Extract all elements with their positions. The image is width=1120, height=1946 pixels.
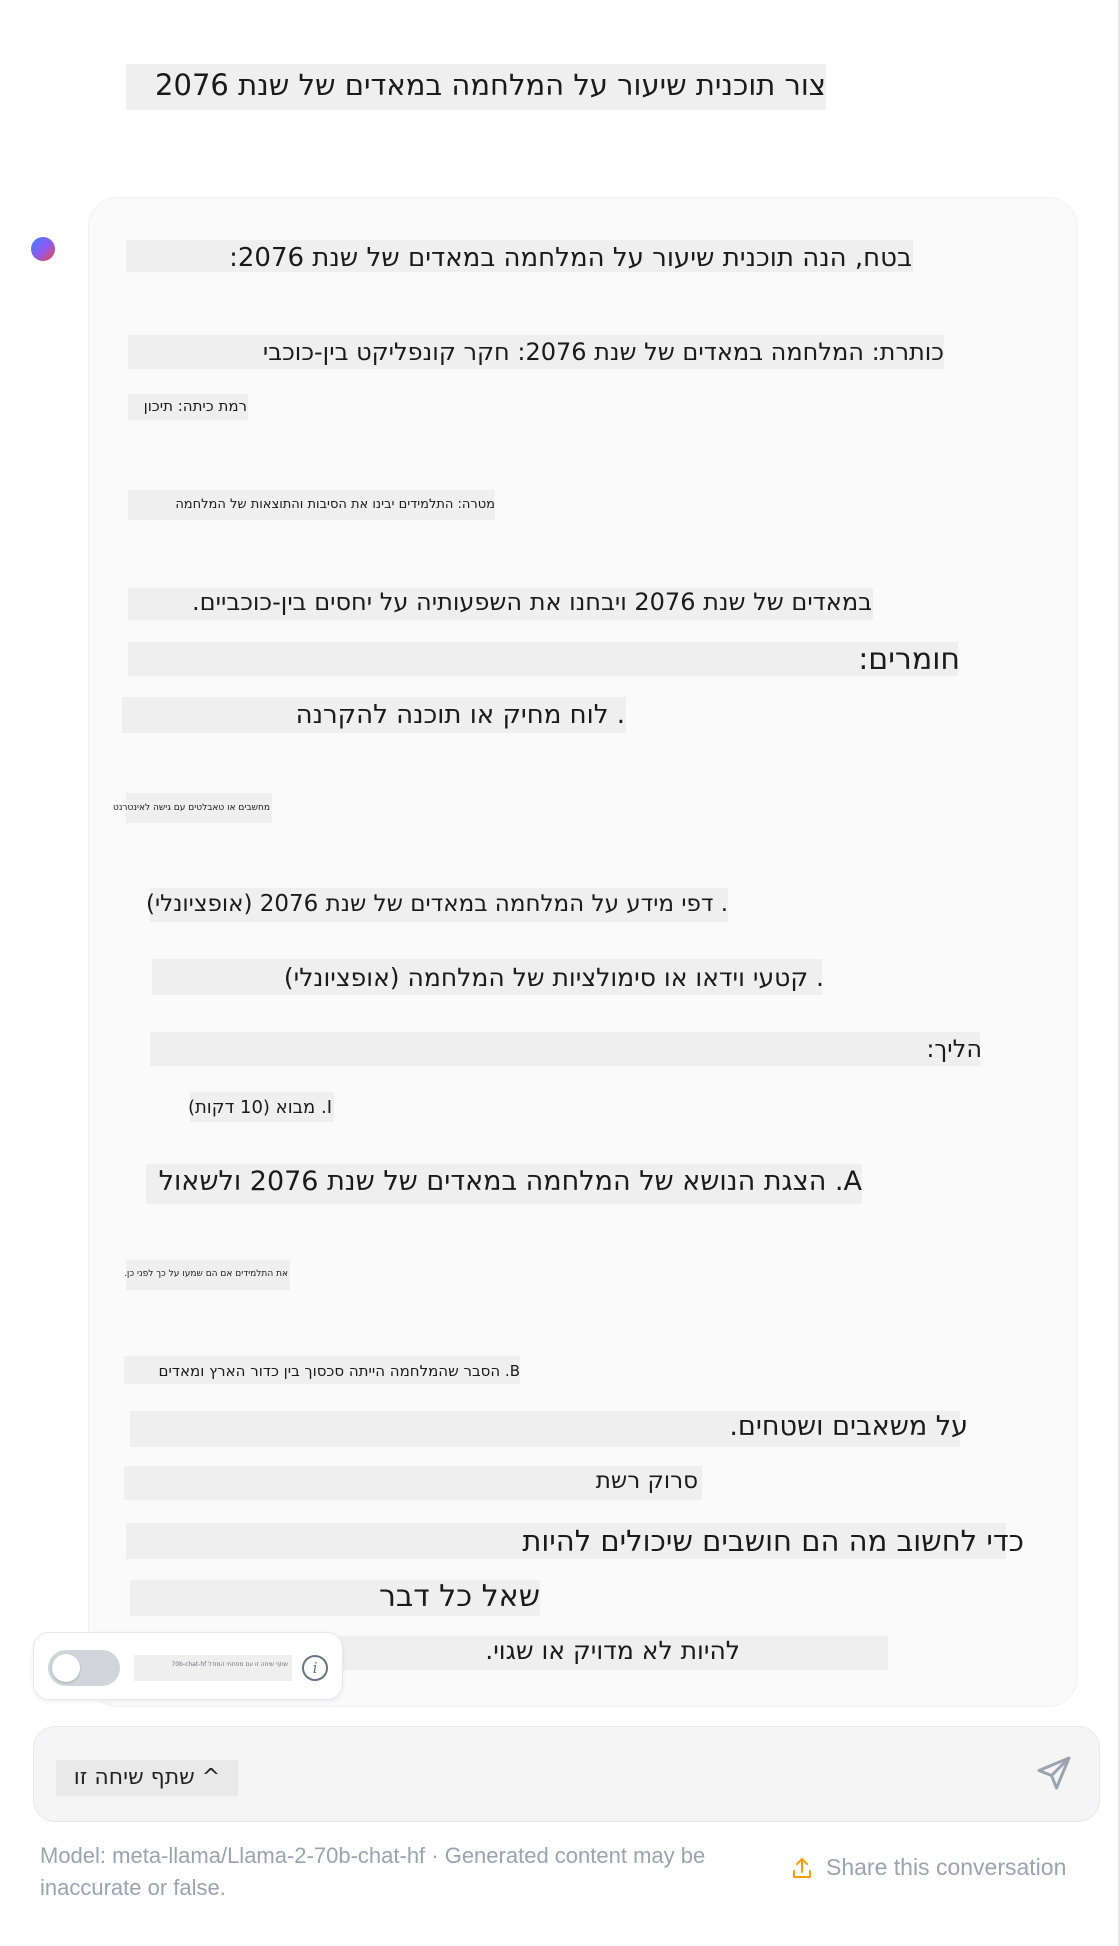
toggle-label: שתף שיחה זו עם מפתחי המודל 70b-chat-hf xyxy=(171,1661,288,1668)
procedure-heading: הליך: xyxy=(926,1035,982,1063)
share-icon xyxy=(793,1858,811,1878)
procedure-step: את התלמידים אם הם שמעו על כך לפני כן. xyxy=(124,1269,288,1279)
send-icon[interactable] xyxy=(1034,1753,1074,1793)
line-highlight xyxy=(150,1032,980,1066)
materials-heading: חומרים: xyxy=(858,642,960,677)
toggle-label-highlight xyxy=(134,1655,292,1681)
overlay-text: להיות לא מדויק או שגוי. xyxy=(485,1636,740,1665)
overlay-text: שאל כל דבר xyxy=(378,1579,540,1614)
overlay-text: כדי לחשוב מה הם חושבים שיכולים להיות xyxy=(522,1524,1024,1558)
toggle-knob xyxy=(52,1654,80,1682)
share-conversation-button[interactable]: Share this conversation xyxy=(790,1854,1110,1886)
chat-input[interactable]: ^ שתף שיחה זו xyxy=(56,1765,238,1790)
line-highlight xyxy=(128,642,958,676)
share-label: Share this conversation xyxy=(826,1854,1067,1880)
objective-continued: במאדים של שנת 2076 ויבחנו את השפעותיה על… xyxy=(192,588,872,616)
materials-item: . דפי מידע על המלחמה במאדים של שנת 2076 … xyxy=(146,891,728,917)
model-disclaimer: Model: meta-llama/Llama-2-70b-chat-hf · … xyxy=(40,1843,706,1900)
materials-item: . קטעי וידאו או סימולציות של המלחמה (אופ… xyxy=(283,963,824,992)
grade-line: רמת כיתה: תיכון xyxy=(143,397,247,415)
title-line: כותרת: המלחמה במאדים של שנת 2076: חקר קו… xyxy=(262,338,944,366)
assistant-avatar-icon xyxy=(31,237,55,261)
procedure-step: A. הצגת הנושא של המלחמה במאדים של שנת 20… xyxy=(158,1166,862,1197)
procedure-step: B. הסבר שהמלחמה הייתה סכסוך בין כדור האר… xyxy=(158,1362,521,1380)
materials-item: . לוח מחיק או תוכנה להקרנה xyxy=(295,700,625,730)
objective-line: מטרה: התלמידים יבינו את הסיבות והתוצאות … xyxy=(175,497,495,512)
procedure-step: על משאבים ושטחים. xyxy=(729,1411,968,1442)
intro-line: בטח, הנה תוכנית שיעור על המלחמה במאדים ש… xyxy=(229,243,912,273)
procedure-step: I. מבוא (10 דקות) xyxy=(187,1097,332,1118)
chat-input-box[interactable]: ^ שתף שיחה זו xyxy=(33,1726,1100,1822)
share-toggle-card: שתף שיחה זו עם מפתחי המודל 70b-chat-hf i xyxy=(33,1632,343,1700)
info-icon[interactable]: i xyxy=(302,1655,328,1681)
overlay-text: סרוק רשת xyxy=(595,1468,698,1494)
user-message: צור תוכנית שיעור על המלחמה במאדים של שנת… xyxy=(155,68,826,102)
materials-item: מחשבים או טאבלטים עם גישה לאינטרנט xyxy=(112,803,270,813)
share-toggle[interactable] xyxy=(48,1650,120,1686)
